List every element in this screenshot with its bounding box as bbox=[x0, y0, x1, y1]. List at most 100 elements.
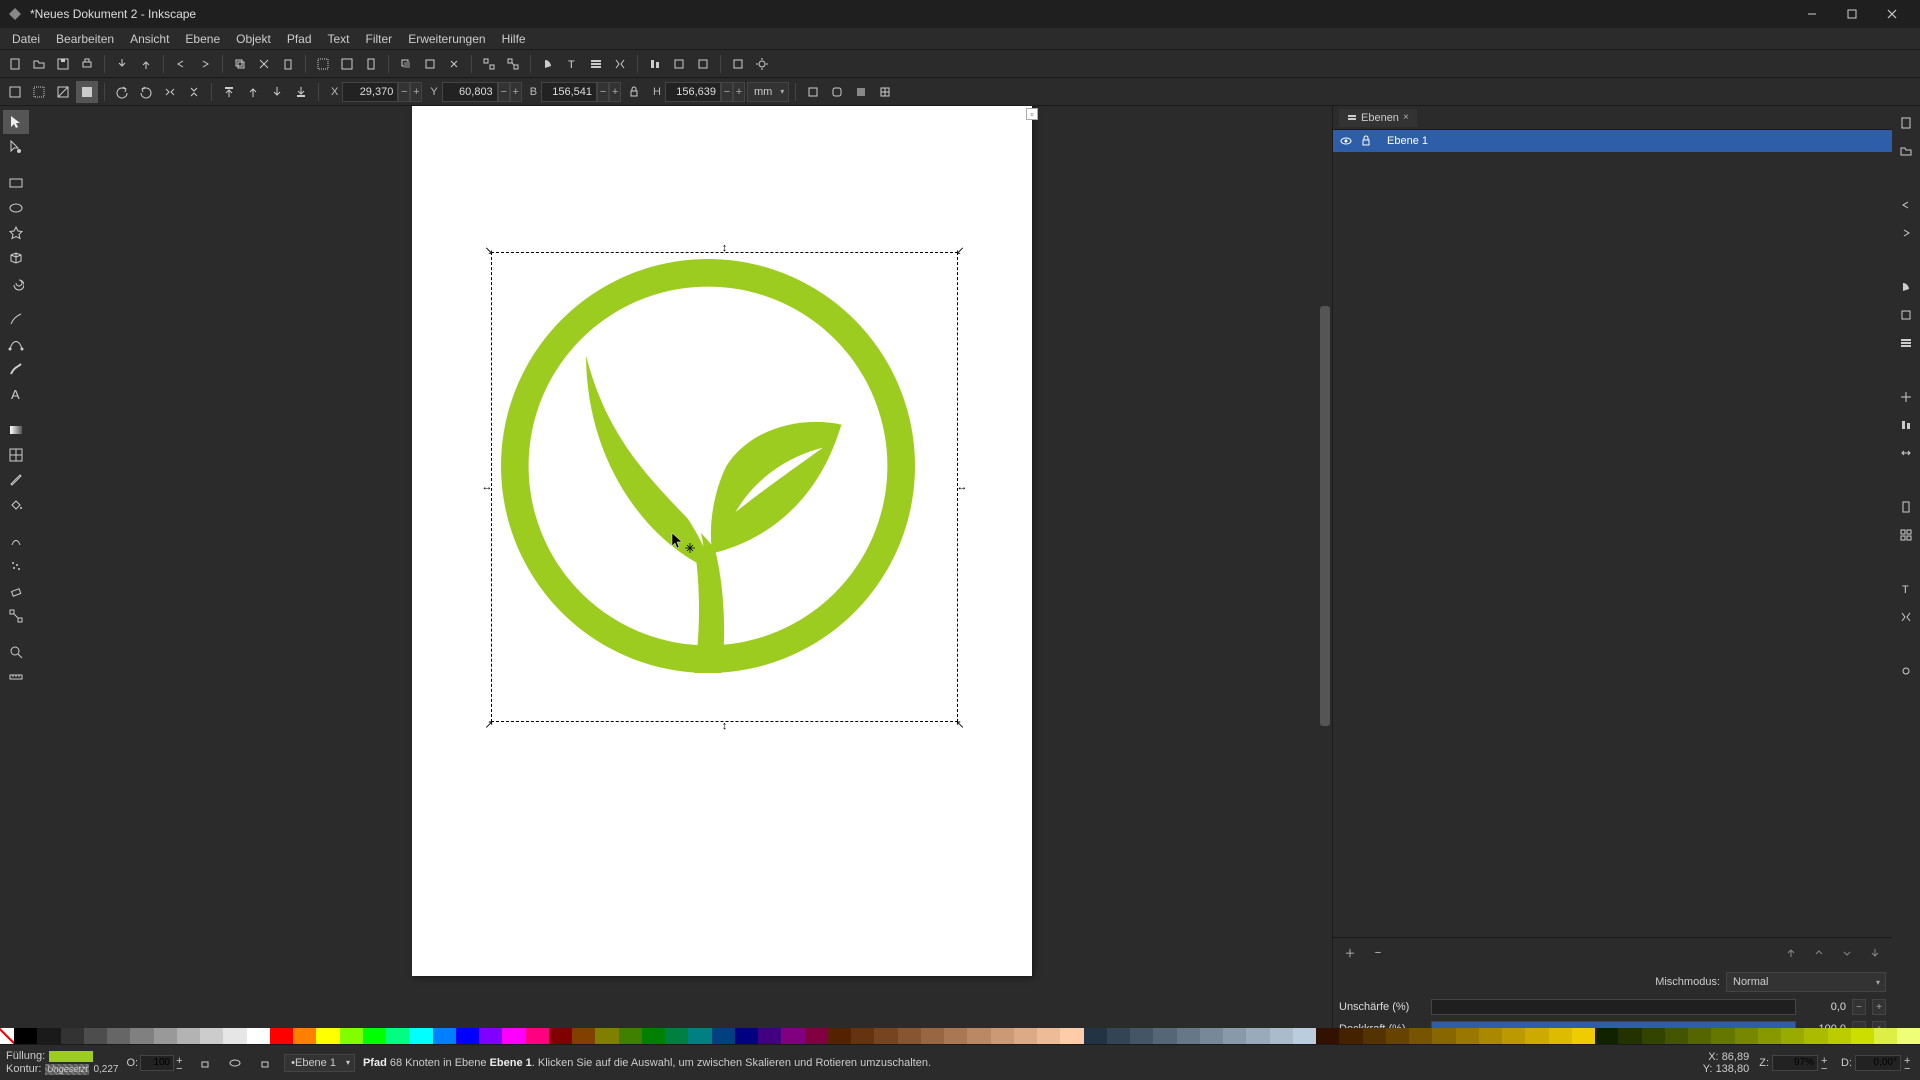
zoom-selection-button[interactable] bbox=[312, 53, 334, 75]
tweak-tool[interactable] bbox=[3, 529, 29, 553]
menu-help[interactable]: Hilfe bbox=[494, 30, 534, 48]
zoom-drawing-button[interactable] bbox=[336, 53, 358, 75]
palette-swatch[interactable] bbox=[1200, 1028, 1223, 1044]
dock-arrange-button[interactable] bbox=[1895, 524, 1917, 546]
dock-open-button[interactable] bbox=[1895, 140, 1917, 162]
palette-swatch[interactable] bbox=[1595, 1028, 1618, 1044]
menu-object[interactable]: Objekt bbox=[228, 30, 279, 48]
palette-swatch[interactable] bbox=[107, 1028, 130, 1044]
h-inc[interactable]: + bbox=[733, 82, 745, 102]
dock-redo-button[interactable] bbox=[1895, 222, 1917, 244]
palette-swatch[interactable] bbox=[1014, 1028, 1037, 1044]
select-all-layers-button[interactable] bbox=[4, 81, 26, 103]
minimize-button[interactable] bbox=[1792, 0, 1832, 28]
lower-bottom-button[interactable] bbox=[290, 81, 312, 103]
text-dialog-button[interactable]: T bbox=[561, 53, 583, 75]
preferences-button[interactable] bbox=[751, 53, 773, 75]
palette-swatch[interactable] bbox=[1456, 1028, 1479, 1044]
palette-swatch[interactable] bbox=[1897, 1028, 1920, 1044]
palette-swatch[interactable] bbox=[1432, 1028, 1455, 1044]
zoom-tool[interactable] bbox=[3, 640, 29, 664]
w-inc[interactable]: + bbox=[609, 82, 621, 102]
palette-swatch[interactable] bbox=[433, 1028, 456, 1044]
palette-swatch[interactable] bbox=[1688, 1028, 1711, 1044]
layer-visibility-status[interactable] bbox=[224, 1052, 246, 1074]
palette-swatch[interactable] bbox=[1409, 1028, 1432, 1044]
vertical-scrollbar[interactable] bbox=[1320, 106, 1330, 1044]
canvas[interactable]: ▫ ↘ ↙ ↗ ↖ ↕ ↕ ↔ ↔ bbox=[32, 106, 1332, 1044]
node-tool[interactable] bbox=[3, 135, 29, 159]
rotate-cw-button[interactable] bbox=[135, 81, 157, 103]
palette-swatch[interactable] bbox=[1665, 1028, 1688, 1044]
deselect-button[interactable] bbox=[52, 81, 74, 103]
menu-edit[interactable]: Bearbeiten bbox=[48, 30, 122, 48]
palette-none-swatch[interactable] bbox=[0, 1028, 14, 1044]
move-gradients-toggle[interactable] bbox=[850, 81, 872, 103]
palette-swatch[interactable] bbox=[363, 1028, 386, 1044]
palette-swatch[interactable] bbox=[130, 1028, 153, 1044]
close-panel-button[interactable]: × bbox=[1403, 112, 1409, 123]
fill-stroke-button[interactable] bbox=[537, 53, 559, 75]
layer-bottom-button[interactable] bbox=[1864, 942, 1886, 964]
palette-swatch[interactable] bbox=[409, 1028, 432, 1044]
palette-swatch[interactable] bbox=[991, 1028, 1014, 1044]
print-button[interactable] bbox=[76, 53, 98, 75]
palette-swatch[interactable] bbox=[1153, 1028, 1176, 1044]
palette-swatch[interactable] bbox=[1874, 1028, 1897, 1044]
palette-swatch[interactable] bbox=[1828, 1028, 1851, 1044]
palette-swatch[interactable] bbox=[1618, 1028, 1641, 1044]
calligraphy-tool[interactable] bbox=[3, 357, 29, 381]
handle-nw[interactable]: ↘ bbox=[484, 245, 494, 255]
close-button[interactable] bbox=[1872, 0, 1912, 28]
palette-swatch[interactable] bbox=[1223, 1028, 1246, 1044]
star-tool[interactable] bbox=[3, 221, 29, 245]
menu-file[interactable]: Datei bbox=[4, 30, 48, 48]
palette-swatch[interactable] bbox=[200, 1028, 223, 1044]
palette-swatch[interactable] bbox=[758, 1028, 781, 1044]
selectors-dialog-button[interactable] bbox=[727, 53, 749, 75]
palette-swatch[interactable] bbox=[456, 1028, 479, 1044]
measure-tool[interactable] bbox=[3, 665, 29, 689]
palette-swatch[interactable] bbox=[386, 1028, 409, 1044]
layer-up-button[interactable] bbox=[1808, 942, 1830, 964]
select-all-button[interactable] bbox=[28, 81, 50, 103]
palette-swatch[interactable] bbox=[1711, 1028, 1734, 1044]
palette-swatch[interactable] bbox=[270, 1028, 293, 1044]
style-lock-button[interactable] bbox=[194, 1052, 216, 1074]
h-input[interactable] bbox=[665, 82, 721, 102]
layer-down-button[interactable] bbox=[1836, 942, 1858, 964]
dock-object-button[interactable] bbox=[1895, 304, 1917, 326]
new-doc-button[interactable] bbox=[4, 53, 26, 75]
palette-swatch[interactable] bbox=[1804, 1028, 1827, 1044]
cut-button[interactable] bbox=[253, 53, 275, 75]
x-input[interactable] bbox=[342, 82, 398, 102]
palette-swatch[interactable] bbox=[1549, 1028, 1572, 1044]
palette-swatch[interactable] bbox=[502, 1028, 525, 1044]
menu-text[interactable]: Text bbox=[320, 30, 358, 48]
dock-layers-button[interactable] bbox=[1895, 332, 1917, 354]
x-inc[interactable]: + bbox=[410, 82, 422, 102]
lower-button[interactable] bbox=[266, 81, 288, 103]
blur-slider[interactable] bbox=[1431, 999, 1796, 1015]
dock-text-button[interactable]: T bbox=[1895, 578, 1917, 600]
palette-swatch[interactable] bbox=[688, 1028, 711, 1044]
layer-lock-toggle[interactable] bbox=[1359, 134, 1373, 148]
add-layer-button[interactable]: ＋ bbox=[1339, 942, 1361, 964]
maximize-button[interactable] bbox=[1832, 0, 1872, 28]
connector-tool[interactable] bbox=[3, 604, 29, 628]
dock-undo-button[interactable] bbox=[1895, 194, 1917, 216]
layer-name[interactable]: Ebene 1 bbox=[1387, 135, 1428, 147]
y-input[interactable] bbox=[442, 82, 498, 102]
zoom-input[interactable] bbox=[1772, 1055, 1818, 1071]
blur-inc[interactable]: + bbox=[1872, 999, 1886, 1015]
palette-swatch[interactable] bbox=[642, 1028, 665, 1044]
palette-swatch[interactable] bbox=[549, 1028, 572, 1044]
zoom-inc[interactable]: + bbox=[1821, 1055, 1831, 1063]
handle-s[interactable]: ↕ bbox=[720, 721, 730, 731]
ellipse-tool[interactable] bbox=[3, 196, 29, 220]
export-button[interactable] bbox=[135, 53, 157, 75]
group-button[interactable] bbox=[478, 53, 500, 75]
dock-fill-button[interactable] bbox=[1895, 276, 1917, 298]
palette-swatch[interactable] bbox=[1386, 1028, 1409, 1044]
lock-aspect-button[interactable] bbox=[623, 81, 645, 103]
